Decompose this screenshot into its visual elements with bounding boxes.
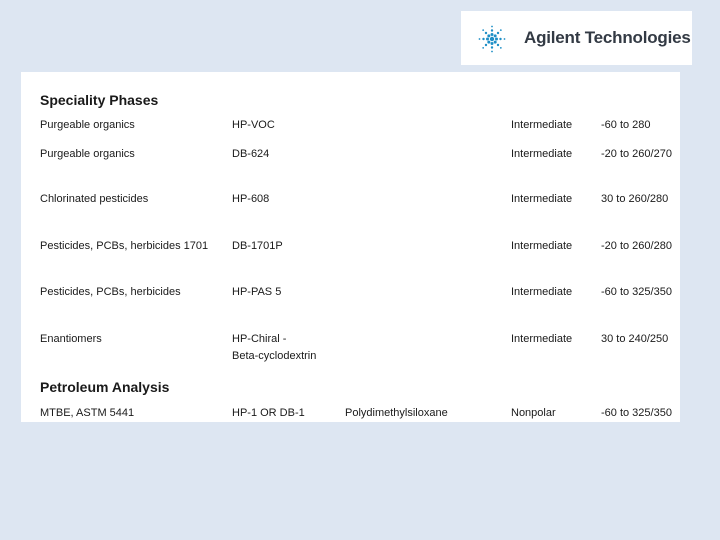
spark-dot [491, 25, 493, 28]
spark-dot [487, 40, 491, 44]
application-cell: Enantiomers [40, 333, 102, 345]
spark-dot [499, 37, 502, 41]
temperature-cell: -60 to 280 [601, 119, 651, 131]
column-cell: HP-PAS 5 [232, 286, 282, 298]
temperature-cell: -20 to 260/270 [601, 148, 672, 160]
spark-dot [499, 46, 502, 49]
polarity-cell: Intermediate [511, 193, 573, 205]
temperature-cell: -60 to 325/350 [601, 407, 672, 419]
column-cell: HP-VOC [232, 119, 275, 131]
temperature-cell: -60 to 325/350 [601, 286, 672, 298]
spark-dot [482, 29, 485, 32]
polarity-cell: Intermediate [511, 240, 573, 252]
section-title: Petroleum Analysis [40, 379, 170, 395]
polarity-cell: Intermediate [511, 333, 573, 345]
spark-dot [487, 34, 491, 38]
column-cell: HP-608 [232, 193, 270, 205]
spark-dot [484, 43, 488, 47]
column-cell: HP-Chiral - [232, 333, 287, 345]
spark-dot [491, 50, 493, 53]
logo-text: Agilent Technologies [524, 28, 691, 47]
application-cell: Pesticides, PCBs, herbicides [40, 286, 181, 298]
temperature-cell: 30 to 260/280 [601, 193, 669, 205]
spark-dot [499, 29, 502, 32]
column-cell: DB-1701P [232, 240, 283, 252]
spark-dot [496, 43, 500, 47]
spark-dot [490, 29, 494, 32]
application-cell: Purgeable organics [40, 148, 135, 160]
spark-dot [493, 34, 497, 38]
spark-dot [503, 38, 506, 40]
section-title: Speciality Phases [40, 92, 159, 108]
phase-cell: Polydimethylsiloxane [345, 407, 448, 419]
application-cell: Purgeable organics [40, 119, 135, 131]
spark-dot [478, 38, 481, 40]
application-cell: Pesticides, PCBs, herbicides 1701 [40, 240, 209, 252]
spark-dot [486, 37, 489, 41]
spark-dot [482, 46, 485, 49]
polarity-cell: Nonpolar [511, 407, 556, 419]
spark-dot [490, 46, 494, 49]
temperature-cell: 30 to 240/250 [601, 333, 669, 345]
spark-dot [484, 31, 488, 35]
spark-dot [493, 40, 497, 44]
temperature-cell: -20 to 260/280 [601, 240, 672, 252]
agilent-spark-icon [478, 25, 506, 53]
spark-dot [490, 33, 494, 36]
polarity-cell: Intermediate [511, 148, 573, 160]
polarity-cell: Intermediate [511, 119, 573, 131]
application-cell: MTBE, ASTM 5441 [40, 407, 135, 419]
polarity-cell: Intermediate [511, 286, 573, 298]
spark-dot [482, 37, 485, 41]
application-cell: Chlorinated pesticides [40, 193, 149, 205]
spark-dot [490, 42, 494, 45]
column-cell: HP-1 OR DB-1 [232, 407, 305, 419]
spark-dot [489, 36, 495, 42]
document-table: Speciality Phases Purgeable organics HP-… [21, 72, 680, 422]
logo-box: Agilent Technologies [461, 11, 692, 65]
column-cell: DB-624 [232, 148, 270, 160]
spark-dot [496, 31, 500, 35]
spark-dot [495, 37, 498, 41]
column-cell-continued: Beta-cyclodextrin [232, 350, 317, 362]
